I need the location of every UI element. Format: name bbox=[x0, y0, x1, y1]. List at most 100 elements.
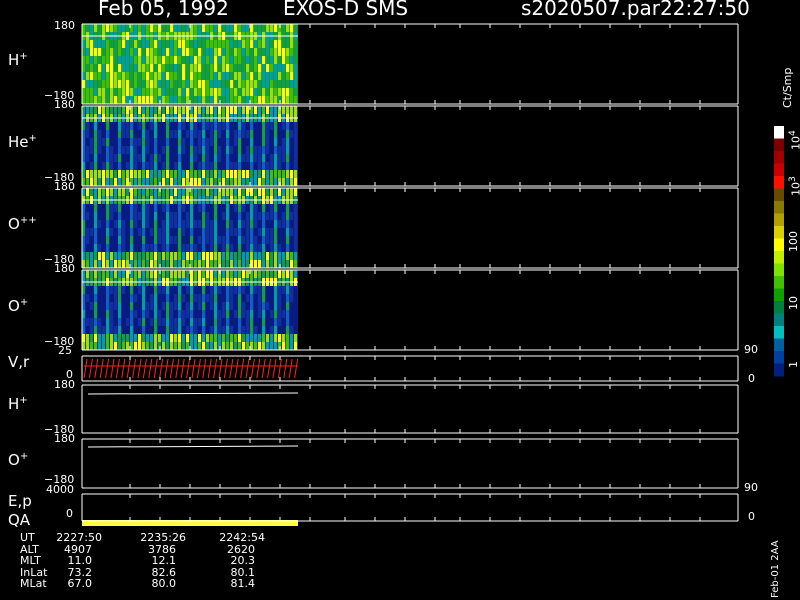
spectrogram-cell bbox=[142, 294, 146, 302]
spectrogram-cell bbox=[174, 24, 178, 32]
spectrogram-cell bbox=[178, 236, 182, 244]
spectrogram-cell bbox=[154, 106, 158, 114]
spectrogram-cell bbox=[270, 154, 274, 162]
spectrogram-cell bbox=[98, 252, 102, 260]
spectrogram-cell bbox=[222, 146, 226, 154]
spectrogram-cell bbox=[146, 130, 150, 138]
spectrogram-cell bbox=[142, 212, 146, 220]
spectrogram-cell bbox=[214, 122, 218, 130]
spectrogram-cell bbox=[254, 294, 258, 302]
spectrogram-cell bbox=[282, 40, 286, 48]
spectrogram-cell bbox=[158, 154, 162, 162]
spectrogram-cell bbox=[98, 72, 102, 80]
spectrogram-cell bbox=[182, 48, 186, 56]
velocity-marker bbox=[88, 358, 93, 379]
spectrogram-cell bbox=[234, 318, 238, 326]
plot-canvas bbox=[81, 23, 784, 526]
spectrogram-cell bbox=[106, 302, 110, 310]
spectrogram-cell bbox=[182, 326, 186, 334]
spectrogram-cell bbox=[134, 96, 138, 104]
spectrogram-cell bbox=[206, 270, 210, 278]
spectrogram-cell bbox=[190, 56, 194, 64]
spectrogram-cell bbox=[86, 212, 90, 220]
spectrogram-cell bbox=[254, 130, 258, 138]
spectrogram-cell bbox=[110, 342, 114, 350]
spectrogram-cell bbox=[118, 310, 122, 318]
spectrogram-cell bbox=[154, 212, 158, 220]
spectrogram-cell bbox=[206, 236, 210, 244]
spectrogram-cell bbox=[262, 122, 266, 130]
spectrogram-cell bbox=[138, 334, 142, 342]
plot-file: s2020507.par bbox=[521, 0, 661, 20]
velocity-marker bbox=[277, 358, 282, 379]
spectrogram-cell bbox=[106, 170, 110, 178]
spectrogram-cell bbox=[186, 96, 190, 104]
spectrogram-cell bbox=[178, 310, 182, 318]
spectrogram-cell bbox=[230, 244, 234, 252]
spectrogram-cell bbox=[230, 294, 234, 302]
spectrogram-cell bbox=[214, 130, 218, 138]
spectrogram-cell bbox=[130, 130, 134, 138]
spectrogram-cell bbox=[270, 138, 274, 146]
spectrogram-cell bbox=[230, 24, 234, 32]
spectrogram-cell bbox=[194, 130, 198, 138]
spectrogram-cell bbox=[194, 310, 198, 318]
spectrogram-cell bbox=[218, 204, 222, 212]
spectrogram-cell bbox=[290, 252, 294, 260]
spectrogram-cell bbox=[254, 310, 258, 318]
spectrogram-cell bbox=[150, 170, 154, 178]
spectrogram-cell bbox=[90, 294, 94, 302]
spectrogram-cell bbox=[222, 154, 226, 162]
ephemeris-value: 80.0 bbox=[151, 577, 177, 590]
spectrogram-cell bbox=[94, 286, 98, 294]
spectrogram-cell bbox=[106, 88, 110, 96]
tick-vr-right-min: 0 bbox=[748, 372, 755, 385]
spectrogram-cell bbox=[258, 96, 262, 104]
spectrogram-cell bbox=[110, 302, 114, 310]
spectrogram-cell bbox=[258, 48, 262, 56]
spectrogram-cell bbox=[218, 88, 222, 96]
spectrogram-cell bbox=[158, 88, 162, 96]
spectrogram-cell bbox=[286, 88, 290, 96]
spectrogram-cell bbox=[170, 56, 174, 64]
spectrogram-cell bbox=[262, 170, 266, 178]
spectrogram-cell bbox=[242, 302, 246, 310]
spectrogram-cell bbox=[270, 146, 274, 154]
spectrogram-cell bbox=[158, 48, 162, 56]
spectrogram-cell bbox=[130, 294, 134, 302]
spectrogram-cell bbox=[206, 130, 210, 138]
spectrogram-cell bbox=[238, 270, 242, 278]
spectrogram-cell bbox=[146, 162, 150, 170]
spectrogram-cell bbox=[274, 334, 278, 342]
spectrogram-cell bbox=[86, 162, 90, 170]
spectrogram-cell bbox=[102, 294, 106, 302]
spectrogram-cell bbox=[110, 220, 114, 228]
spectrogram-cell bbox=[142, 122, 146, 130]
spectrogram-cell bbox=[114, 286, 118, 294]
spectrogram-cell bbox=[150, 252, 154, 260]
spectrogram-cell bbox=[278, 40, 282, 48]
spectrogram-cell bbox=[118, 96, 122, 104]
spectrogram-cell bbox=[122, 24, 126, 32]
velocity-marker bbox=[191, 358, 196, 379]
spectrogram-cell bbox=[142, 96, 146, 104]
spectrogram-cell bbox=[286, 270, 290, 278]
spectrogram-cell bbox=[214, 236, 218, 244]
spectrogram-cell bbox=[102, 326, 106, 334]
spectrogram-cell bbox=[122, 212, 126, 220]
spectrogram-cell bbox=[170, 130, 174, 138]
spectrogram-cell bbox=[178, 130, 182, 138]
ephemeris-value: 4907 bbox=[64, 542, 92, 556]
spectrogram-cell bbox=[270, 122, 274, 130]
spectrogram-cell bbox=[258, 40, 262, 48]
spectrogram-cell bbox=[278, 318, 282, 326]
spectrogram-cell bbox=[266, 220, 270, 228]
spectrogram-cell bbox=[106, 72, 110, 80]
tick-vr-max: 25 bbox=[58, 344, 72, 357]
spectrogram-cell bbox=[198, 40, 202, 48]
velocity-marker bbox=[180, 358, 185, 379]
spectrogram-cell bbox=[86, 294, 90, 302]
spectrogram-cell bbox=[102, 244, 106, 252]
spectrogram-cell bbox=[190, 48, 194, 56]
spectrogram-cell bbox=[198, 138, 202, 146]
